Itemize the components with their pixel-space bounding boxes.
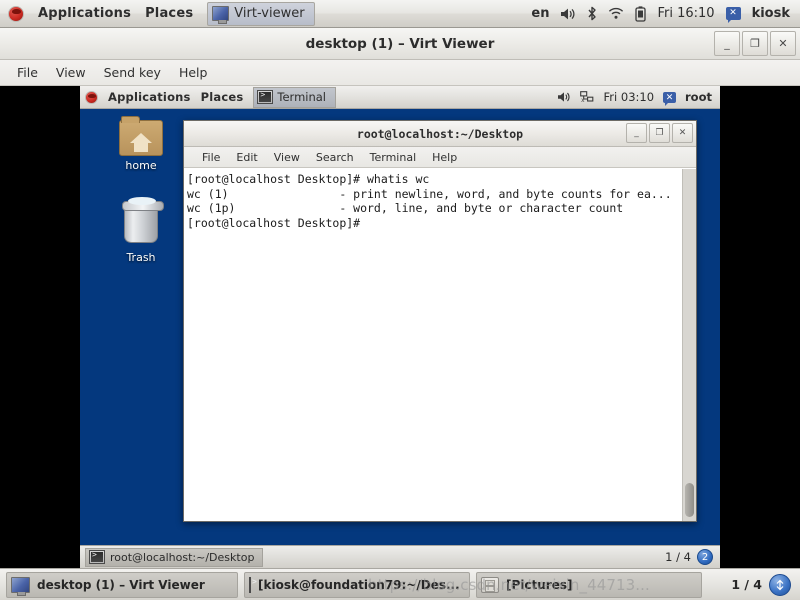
bluetooth-icon[interactable] — [587, 6, 597, 21]
user-status-icon[interactable] — [663, 91, 677, 106]
guest-top-panel: Applications Places Terminal x Fri 03:10… — [80, 86, 720, 109]
desktop-icon-home[interactable]: home — [104, 116, 178, 172]
guest-clock[interactable]: Fri 03:10 — [604, 90, 655, 104]
wifi-icon[interactable] — [608, 7, 624, 20]
close-button[interactable]: ✕ — [770, 31, 796, 56]
guest-panel-window-button-terminal[interactable]: Terminal — [253, 86, 337, 108]
terminal-menu-terminal[interactable]: Terminal — [362, 149, 425, 166]
host-taskbar: desktop (1) – Virt Viewer [kiosk@foundat… — [0, 568, 800, 600]
terminal-titlebar: root@localhost:~/Desktop _ ❐ ✕ — [184, 121, 696, 147]
terminal-close-button[interactable]: ✕ — [672, 123, 693, 143]
battery-icon[interactable] — [635, 5, 647, 22]
screen-root: Applications Places Virt-viewer en Fri 1… — [0, 0, 800, 600]
terminal-output[interactable]: [root@localhost Desktop]# whatis wc wc (… — [184, 169, 696, 521]
vv-menu-send-key[interactable]: Send key — [95, 62, 170, 83]
guest-workspace-indicator[interactable]: 1 / 4 2 — [665, 549, 715, 565]
redhat-icon[interactable] — [8, 5, 24, 22]
host-workspace-count: 1 / 4 — [731, 577, 762, 592]
terminal-menu-search[interactable]: Search — [308, 149, 362, 166]
monitor-icon — [11, 576, 30, 596]
host-clock[interactable]: Fri 16:10 — [657, 6, 714, 21]
terminal-line: [root@localhost Desktop]# whatis wc — [187, 172, 430, 186]
terminal-maximize-button[interactable]: ❐ — [649, 123, 670, 143]
guest-taskbar: root@localhost:~/Desktop 1 / 4 2 — [80, 545, 720, 568]
desktop-icon-home-label: home — [125, 159, 157, 172]
host-taskbar-button-label: desktop (1) – Virt Viewer — [37, 577, 205, 592]
terminal-menu-edit[interactable]: Edit — [228, 149, 265, 166]
guest-taskbar-button-terminal[interactable]: root@localhost:~/Desktop — [85, 547, 264, 567]
vv-menu-file[interactable]: File — [8, 62, 47, 83]
vv-menu-view[interactable]: View — [47, 62, 95, 83]
terminal-line: wc (1p) - word, line, and byte or charac… — [187, 201, 624, 216]
terminal-window: root@localhost:~/Desktop _ ❐ ✕ File Edit… — [183, 120, 697, 522]
virt-viewer-menubar: File View Send key Help — [0, 60, 800, 86]
terminal-window-controls: _ ❐ ✕ — [626, 123, 693, 143]
terminal-minimize-button[interactable]: _ — [626, 123, 647, 143]
host-menu-applications[interactable]: Applications — [38, 6, 131, 21]
home-folder-icon — [119, 116, 163, 156]
terminal-menu-help[interactable]: Help — [424, 149, 465, 166]
host-taskbar-button-label: [Pictures] — [506, 577, 573, 592]
guest-workspace-count: 1 / 4 — [665, 550, 691, 564]
desktop-icon-trash-label: Trash — [126, 251, 156, 264]
vv-menu-help[interactable]: Help — [170, 62, 217, 83]
guest-menu-applications[interactable]: Applications — [108, 90, 191, 104]
monitor-icon — [212, 6, 230, 24]
terminal-menu-view[interactable]: View — [266, 149, 308, 166]
virt-viewer-title: desktop (1) – Virt Viewer — [305, 35, 495, 52]
host-menu-places[interactable]: Places — [145, 6, 193, 21]
terminal-line: [root@localhost Desktop]# — [187, 215, 361, 230]
host-workspace-indicator[interactable]: 1 / 4 — [731, 573, 794, 596]
terminal-menu-file[interactable]: File — [194, 149, 228, 166]
guest-workspace-badge[interactable]: 2 — [697, 549, 713, 565]
desktop-icon-trash[interactable]: Trash — [104, 197, 178, 264]
terminal-icon — [257, 90, 274, 104]
volume-icon[interactable] — [560, 7, 576, 21]
host-top-panel: Applications Places Virt-viewer en Fri 1… — [0, 0, 800, 28]
terminal-scrollbar-thumb[interactable] — [685, 483, 694, 517]
guest-username[interactable]: root — [685, 90, 712, 104]
guest-panel-window-button-label: Terminal — [277, 90, 327, 104]
terminal-menubar: File Edit View Search Terminal Help — [184, 147, 696, 168]
guest-desktop: Applications Places Terminal x Fri 03:10… — [80, 86, 720, 568]
minimize-button[interactable]: _ — [714, 31, 740, 56]
terminal-line: wc (1) - print newline, word, and byte c… — [187, 186, 672, 201]
virt-viewer-titlebar: desktop (1) – Virt Viewer _ ❐ ✕ — [0, 28, 800, 60]
terminal-icon — [89, 550, 105, 564]
host-taskbar-button-virt-viewer[interactable]: desktop (1) – Virt Viewer — [6, 571, 238, 598]
host-workspace-badge[interactable] — [769, 573, 791, 596]
trash-icon — [122, 197, 164, 243]
redhat-icon[interactable] — [85, 90, 98, 104]
virt-viewer-window-controls: _ ❐ ✕ — [714, 31, 796, 56]
host-username[interactable]: kiosk — [752, 6, 790, 21]
volume-icon[interactable] — [557, 91, 571, 103]
file-manager-icon — [481, 576, 499, 593]
terminal-scrollbar[interactable] — [682, 169, 696, 521]
host-taskbar-button-label: [kiosk@foundation79:~/Des... — [258, 577, 460, 592]
maximize-button[interactable]: ❐ — [742, 31, 768, 56]
svg-text:x: x — [581, 97, 585, 103]
guest-taskbar-button-label: root@localhost:~/Desktop — [110, 550, 255, 564]
host-panel-window-button-virt-viewer[interactable]: Virt-viewer — [207, 1, 315, 26]
guest-menu-places[interactable]: Places — [201, 90, 244, 104]
host-panel-window-button-label: Virt-viewer — [234, 6, 305, 21]
terminal-icon — [249, 576, 257, 593]
host-taskbar-button-pictures[interactable]: [Pictures] — [476, 571, 702, 598]
user-status-icon[interactable] — [725, 7, 741, 23]
network-disconnected-icon[interactable]: x — [579, 91, 595, 103]
host-taskbar-button-terminal[interactable]: [kiosk@foundation79:~/Des... — [244, 571, 470, 598]
keyboard-layout-indicator[interactable]: en — [531, 6, 549, 21]
terminal-title: root@localhost:~/Desktop — [356, 126, 524, 141]
